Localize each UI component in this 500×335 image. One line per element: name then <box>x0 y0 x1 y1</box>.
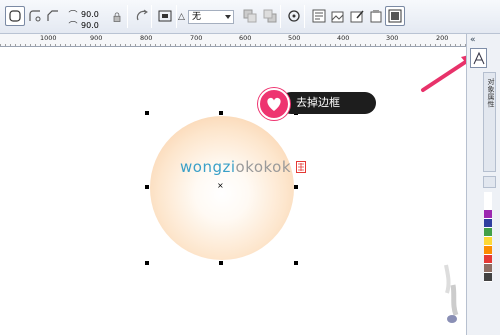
docker-tab-secondary[interactable] <box>483 176 496 188</box>
toolbar-separator <box>280 5 281 28</box>
wrap-option-button-2[interactable] <box>328 6 348 26</box>
seal-icon <box>296 161 307 173</box>
outline-width-icon: △ <box>178 12 185 22</box>
horizontal-ruler[interactable]: 1000 900 800 700 600 500 400 300 200 <box>0 34 466 47</box>
color-swatch[interactable] <box>484 264 492 273</box>
color-swatch[interactable] <box>484 273 492 282</box>
color-swatch[interactable] <box>484 237 492 246</box>
outline-width-select[interactable]: 无 <box>188 10 234 24</box>
chevron-down-icon <box>225 15 231 19</box>
ruler-label: 700 <box>190 34 203 42</box>
wrap-option-button-1[interactable] <box>309 6 329 26</box>
ruler-label: 600 <box>239 34 252 42</box>
object-properties-icon <box>473 51 484 65</box>
toolbar-separator <box>151 5 152 28</box>
selection-handle[interactable] <box>145 185 149 189</box>
ruler-label: 800 <box>140 34 153 42</box>
lock-icon <box>113 12 121 22</box>
decorative-marks <box>444 264 459 323</box>
to-front-button[interactable] <box>240 6 260 26</box>
property-bar: ⌒ 90.0 ⌒ 90.0 △ 无 <box>0 0 500 34</box>
wrap-option-button-3[interactable] <box>347 6 367 26</box>
color-swatch[interactable] <box>484 219 492 228</box>
scalloped-corner-icon <box>29 10 41 22</box>
watermark-part2: okokok <box>235 158 292 176</box>
callout-label: 去掉边框 <box>280 92 376 114</box>
selection-handle[interactable] <box>145 261 149 265</box>
corner-chamfer-button[interactable] <box>43 6 63 26</box>
color-swatch[interactable] <box>484 246 492 255</box>
ruler-label: 200 <box>436 34 449 42</box>
selection-handle[interactable] <box>294 261 298 265</box>
corner-scallop-button[interactable] <box>25 6 45 26</box>
application-window: ⌒ 90.0 ⌒ 90.0 △ 无 1000 900 800 700 600 5… <box>0 0 500 335</box>
wrap-text-icon <box>158 10 172 22</box>
color-swatch[interactable] <box>484 255 492 264</box>
wrap-option-button-5[interactable] <box>385 6 405 26</box>
chamfer-corner-icon <box>47 10 58 21</box>
image-frame-icon <box>331 11 344 23</box>
color-swatch[interactable] <box>484 201 492 210</box>
selection-handle[interactable] <box>219 261 223 265</box>
wrap-option-button-4[interactable] <box>366 6 386 26</box>
edit-frame-icon <box>350 10 364 23</box>
ruler-label: 500 <box>288 34 301 42</box>
toolbar-separator <box>127 5 128 28</box>
color-palette[interactable] <box>484 192 492 282</box>
corner-radius-icon: ⌒ <box>68 22 78 32</box>
radius-bottom-row: ⌒ 90.0 <box>68 20 99 32</box>
text-wrap-icon <box>312 9 326 23</box>
to-back-icon <box>263 9 277 23</box>
watermark-part1: wongzi <box>180 158 236 176</box>
color-swatch[interactable] <box>484 192 492 201</box>
radius-bottom-input[interactable]: 90.0 <box>81 21 99 30</box>
color-swatch[interactable] <box>484 228 492 237</box>
to-back-button[interactable] <box>260 6 280 26</box>
heart-icon <box>267 97 281 111</box>
ruler-label: 400 <box>337 34 350 42</box>
convert-curves-button[interactable] <box>284 6 304 26</box>
rounded-corner-icon <box>9 10 21 22</box>
lock-ratio-button[interactable] <box>110 9 124 25</box>
selection-handle[interactable] <box>145 111 149 115</box>
heart-badge <box>258 88 290 120</box>
relative-scale-icon <box>136 9 148 21</box>
target-icon <box>288 10 300 22</box>
scale-corners-button[interactable] <box>132 6 152 26</box>
to-front-icon <box>243 9 257 23</box>
docker-tab-label: 对象属性 <box>487 78 495 108</box>
selection-handle[interactable] <box>294 185 298 189</box>
color-swatch[interactable] <box>484 210 492 219</box>
toolbar-separator <box>304 5 305 28</box>
ruler-label: 900 <box>90 34 103 42</box>
selection-handle[interactable] <box>219 111 223 115</box>
corner-round-button[interactable] <box>5 6 25 26</box>
transparency-frame-icon <box>388 9 402 23</box>
ruler-label: 1000 <box>40 34 57 42</box>
rotation-center-mark[interactable]: × <box>217 181 224 190</box>
clipboard-icon <box>370 10 382 23</box>
ruler-label: 300 <box>386 34 399 42</box>
docker-float-button[interactable] <box>470 48 487 68</box>
radius-top-input[interactable]: 90.0 <box>81 10 99 19</box>
collapse-docker-icon[interactable]: « <box>470 35 476 45</box>
outline-width-value: 无 <box>192 12 202 22</box>
site-watermark: wongziokokok <box>180 158 307 176</box>
wrap-text-button[interactable] <box>155 6 175 26</box>
toolbar-separator <box>176 5 177 28</box>
